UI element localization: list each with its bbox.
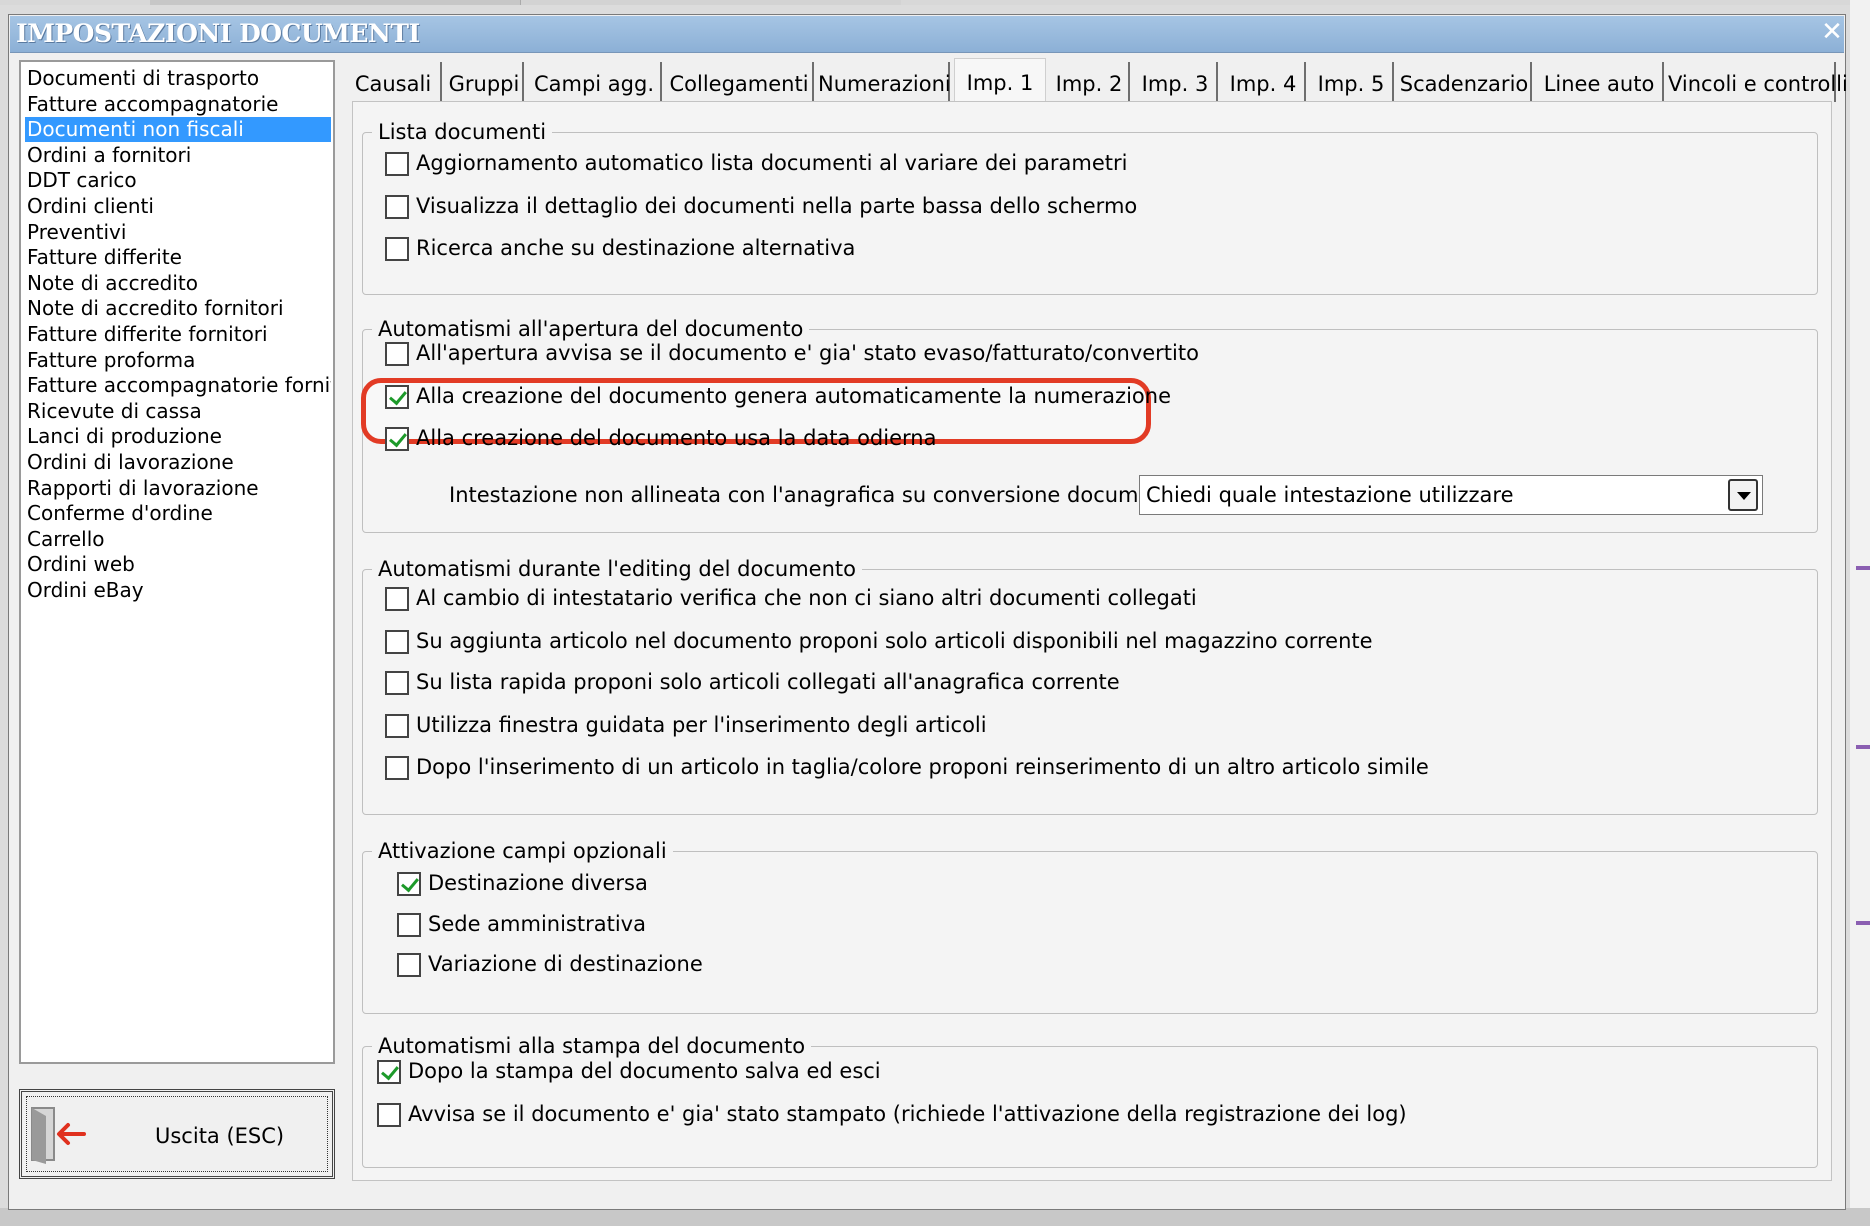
editing-option-label[interactable]: Dopo l'inserimento di un articolo in tag… <box>416 754 1429 780</box>
lista-option-label[interactable]: Visualizza il dettaglio dei documenti ne… <box>416 193 1137 219</box>
exit-button-label: Uscita (ESC) <box>155 1124 285 1148</box>
doc-list-item[interactable]: Ordini a fornitori <box>25 143 331 168</box>
doc-list-item[interactable]: Note di accredito <box>25 271 331 296</box>
tab-imp-2[interactable]: Imp. 2 <box>1050 62 1130 102</box>
doc-list-item[interactable]: Fatture accompagnatorie <box>25 92 331 117</box>
campi-option-checkbox[interactable] <box>397 913 421 937</box>
campi-option-label[interactable]: Sede amministrativa <box>428 911 646 937</box>
doc-list-item[interactable]: Fatture differite fornitori <box>25 322 331 347</box>
doc-list-item[interactable]: Ricevute di cassa <box>25 399 331 424</box>
group-title: Automatismi all'apertura del documento <box>372 316 810 342</box>
editing-option-label[interactable]: Utilizza finestra guidata per l'inserime… <box>416 712 987 738</box>
tab-imp-1[interactable]: Imp. 1 <box>954 58 1046 102</box>
editing-option-label[interactable]: Su lista rapida proponi solo articoli co… <box>416 669 1120 695</box>
tab-linee-auto[interactable]: Linee auto <box>1536 62 1664 102</box>
tab-imp-4[interactable]: Imp. 4 <box>1222 62 1306 102</box>
doc-list-item[interactable]: Ordini eBay <box>25 578 331 603</box>
doc-list-item[interactable]: Documenti di trasporto <box>25 66 331 91</box>
campi-option-label[interactable]: Destinazione diversa <box>428 870 648 896</box>
campi-option-checkbox[interactable] <box>397 953 421 977</box>
editing-option-checkbox[interactable] <box>385 671 409 695</box>
apertura-option-label[interactable]: All'apertura avvisa se il documento e' g… <box>416 340 1199 366</box>
editing-option-checkbox[interactable] <box>385 630 409 654</box>
tab-campi-agg[interactable]: Campi agg. <box>528 62 662 102</box>
tab-causali[interactable]: Causali <box>346 62 442 102</box>
lista-option-label[interactable]: Aggiornamento automatico lista documenti… <box>416 150 1128 176</box>
doc-list-item[interactable]: Ordini di lavorazione <box>25 450 331 475</box>
chevron-down-icon[interactable] <box>1728 479 1758 511</box>
document-type-list[interactable]: Documenti di trasporto Fatture accompagna… <box>19 60 335 1064</box>
tab-bar: Causali Gruppi Campi agg. Collegamenti Numer… <box>346 58 1848 102</box>
background-strip <box>0 0 1870 5</box>
doc-list-item[interactable]: Carrello <box>25 527 331 552</box>
apertura-option-label[interactable]: Alla creazione del documento genera auto… <box>416 383 1171 409</box>
background-decoration <box>1856 566 1870 570</box>
editing-option-checkbox[interactable] <box>385 756 409 780</box>
doc-list-item[interactable]: Fatture accompagnatorie fornito <box>25 373 331 398</box>
doc-list-item[interactable]: Rapporti di lavorazione <box>25 476 331 501</box>
tab-collegamenti[interactable]: Collegamenti <box>666 62 814 102</box>
background-bottom <box>0 1208 1870 1226</box>
editing-option-checkbox[interactable] <box>385 714 409 738</box>
doc-list-item[interactable]: Fatture proforma <box>25 348 331 373</box>
doc-list-item[interactable]: DDT carico <box>25 168 331 193</box>
doc-list-item[interactable]: Preventivi <box>25 220 331 245</box>
doc-list-item[interactable]: Conferme d'ordine <box>25 501 331 526</box>
editing-option-label[interactable]: Su aggiunta articolo nel documento propo… <box>416 628 1373 654</box>
lista-option-checkbox[interactable] <box>385 195 409 219</box>
intestazione-label: Intestazione non allineata con l'anagraf… <box>449 483 1200 507</box>
doc-list-item[interactable]: Note di accredito fornitori <box>25 296 331 321</box>
group-title: Automatismi alla stampa del documento <box>372 1033 812 1059</box>
campi-option-label[interactable]: Variazione di destinazione <box>428 951 703 977</box>
stampa-option-label[interactable]: Avvisa se il documento e' gia' stato sta… <box>408 1101 1407 1127</box>
tab-imp-3[interactable]: Imp. 3 <box>1134 62 1218 102</box>
apertura-option-checkbox[interactable] <box>385 342 409 366</box>
lista-option-checkbox[interactable] <box>385 237 409 261</box>
apertura-option-checkbox[interactable] <box>385 427 409 451</box>
group-title: Automatismi durante l'editing del docume… <box>372 556 862 582</box>
stampa-option-label[interactable]: Dopo la stampa del documento salva ed es… <box>408 1058 881 1084</box>
apertura-option-checkbox[interactable] <box>385 385 409 409</box>
background-decoration <box>1856 745 1870 749</box>
exit-door-icon <box>31 1107 86 1164</box>
tab-scadenzario[interactable]: Scadenzario <box>1398 62 1532 102</box>
doc-list-item[interactable]: Fatture differite <box>25 245 331 270</box>
stampa-option-checkbox[interactable] <box>377 1103 401 1127</box>
tab-vincoli-e-controlli[interactable]: Vincoli e controlli <box>1668 62 1848 102</box>
editing-option-checkbox[interactable] <box>385 587 409 611</box>
tab-gruppi[interactable]: Gruppi <box>446 62 524 102</box>
group-title: Lista documenti <box>372 119 553 145</box>
campi-option-checkbox[interactable] <box>397 872 421 896</box>
lista-option-checkbox[interactable] <box>385 152 409 176</box>
apertura-option-label[interactable]: Alla creazione del documento usa la data… <box>416 425 936 451</box>
tab-imp-5[interactable]: Imp. 5 <box>1310 62 1394 102</box>
doc-list-item[interactable]: Documenti non fiscali <box>25 117 331 143</box>
window-title: IMPOSTAZIONI DOCUMENTI <box>16 19 420 48</box>
close-icon[interactable]: ✕ <box>1818 18 1846 46</box>
lista-option-label[interactable]: Ricerca anche su destinazione alternativ… <box>416 235 855 261</box>
stampa-option-checkbox[interactable] <box>377 1060 401 1084</box>
group-title: Attivazione campi opzionali <box>372 838 673 864</box>
background-decoration <box>1856 921 1870 925</box>
intestazione-select-value: Chiedi quale intestazione utilizzare <box>1146 483 1514 507</box>
doc-list-item[interactable]: Ordini clienti <box>25 194 331 219</box>
tab-numerazioni[interactable]: Numerazioni <box>818 62 951 102</box>
background-window-edge <box>1850 0 1870 1226</box>
editing-option-label[interactable]: Al cambio di intestatario verifica che n… <box>416 585 1197 611</box>
doc-list-item[interactable]: Lanci di produzione <box>25 424 331 449</box>
doc-list-item[interactable]: Ordini web <box>25 552 331 577</box>
